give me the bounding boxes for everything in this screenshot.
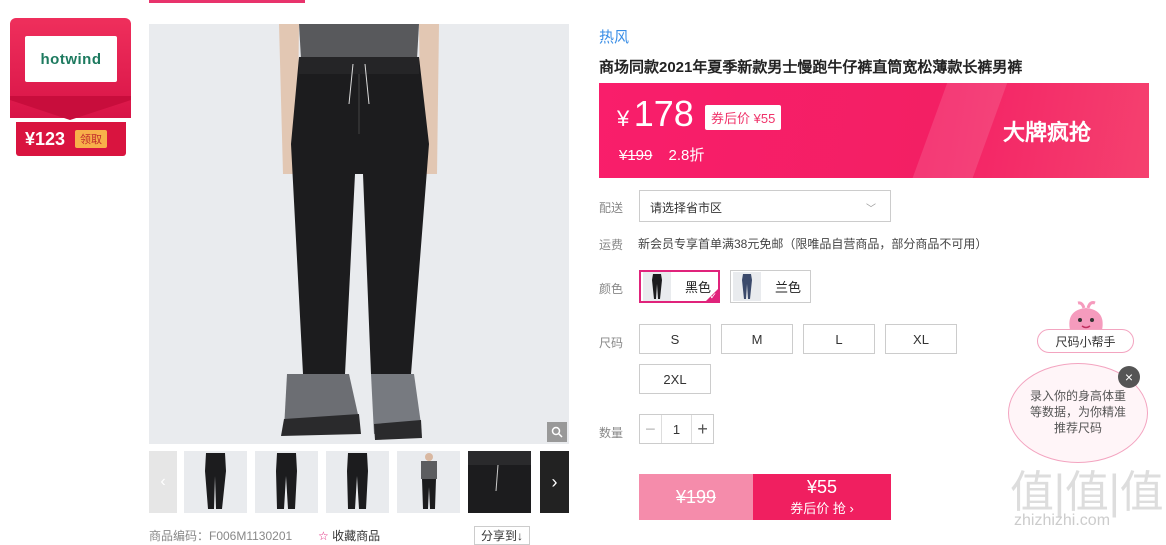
chevron-down-icon: ﹀	[866, 204, 876, 215]
size-option-2xl[interactable]: 2XL	[639, 364, 711, 394]
store-coupon[interactable]: hotwind ¥123 领取	[10, 18, 131, 156]
checkmark-icon: ✓	[709, 291, 717, 301]
buy-with-coupon-button[interactable]: ¥55 券后价 抢 ›	[753, 474, 891, 520]
thumb-next-button[interactable]: ›	[540, 451, 569, 513]
price-banner: ¥ 178 券后价 ¥55 ¥199 2.8折 大牌疯抢	[599, 83, 1149, 178]
coupon-get-button[interactable]: 领取	[75, 130, 108, 148]
color-label: 颜色	[599, 282, 624, 296]
quantity-decrement-button[interactable]: −	[640, 415, 662, 443]
delivery-label: 配送	[599, 201, 624, 215]
current-price-value: 178	[633, 93, 694, 134]
brand-logo: hotwind	[25, 36, 117, 82]
share-button[interactable]: 分享到↓	[474, 526, 531, 545]
color-swatch-black	[643, 272, 671, 301]
color-option-blue[interactable]: 兰色	[730, 270, 811, 303]
product-code: 商品编码：F006M1130201	[149, 529, 293, 543]
size-option-xl[interactable]: XL	[885, 324, 957, 354]
banner-stripe	[903, 83, 1015, 178]
pants-photo	[149, 24, 569, 444]
thumbnail[interactable]	[184, 451, 247, 513]
region-select-value: 请选择省市区	[650, 201, 723, 215]
main-product-image[interactable]	[149, 24, 569, 444]
color-swatch-blue	[733, 272, 761, 301]
quantity-value[interactable]: 1	[662, 415, 692, 443]
coupon-price: ¥123	[25, 128, 66, 149]
discount-rate: 2.8折	[668, 147, 705, 164]
currency-symbol: ¥	[617, 106, 630, 131]
size-option-m[interactable]: M	[721, 324, 793, 354]
buy-coupon-price: ¥55	[806, 477, 838, 497]
chevron-right-icon: ›	[551, 471, 558, 492]
buy-original-price[interactable]: ¥199	[639, 474, 753, 520]
region-select[interactable]: 请选择省市区 ﹀	[639, 190, 891, 222]
brand-link[interactable]: 热风	[599, 26, 629, 47]
star-icon: ☆	[318, 529, 329, 543]
original-price-row: ¥199 2.8折	[619, 144, 704, 165]
size-option-s[interactable]: S	[639, 324, 711, 354]
brand-logo-text: hotwind	[40, 50, 102, 68]
color-option-black[interactable]: 黑色 ✓	[639, 270, 720, 303]
favorite-link[interactable]: ☆ 收藏商品	[318, 527, 380, 544]
size-label: 尺码	[599, 336, 624, 350]
quantity-increment-button[interactable]: +	[691, 415, 713, 443]
size-option-l[interactable]: L	[803, 324, 875, 354]
thumbnail[interactable]	[468, 451, 531, 513]
quantity-label: 数量	[599, 426, 624, 440]
chevron-left-icon: ‹	[160, 473, 166, 490]
quantity-stepper: − 1 +	[639, 414, 714, 444]
current-price: ¥ 178	[617, 93, 694, 135]
size-helper-tag[interactable]: 尺码小帮手	[1037, 329, 1134, 353]
color-name: 兰色	[775, 280, 802, 295]
watermark-logo: 值|值|值	[1010, 467, 1164, 518]
coupon-fold	[10, 96, 131, 120]
thumbnail[interactable]	[397, 451, 460, 513]
buy-original-price-value: ¥199	[675, 486, 717, 507]
thumbnail[interactable]	[326, 451, 389, 513]
buy-coupon-action: 券后价 抢 ›	[790, 501, 854, 516]
favorite-label: 收藏商品	[332, 529, 381, 543]
after-coupon-badge: 券后价 ¥55	[705, 105, 782, 130]
original-price: ¥199	[619, 147, 653, 164]
close-icon[interactable]: ×	[1118, 366, 1140, 388]
active-tab-indicator	[149, 0, 305, 3]
product-title: 商场同款2021年夏季新款男士慢跑牛仔裤直筒宽松薄款长裤男裤	[599, 59, 1023, 76]
freight-info: 新会员专享首单满38元免邮（限唯品自营商品，部分商品不可用）	[638, 237, 988, 251]
coupon-footer[interactable]: ¥123 领取	[16, 122, 126, 156]
thumbnail[interactable]	[255, 451, 318, 513]
thumb-prev-button[interactable]: ‹	[149, 451, 177, 513]
watermark-url: zhizhizhi.com	[1014, 512, 1111, 529]
promo-label: 大牌疯抢	[1002, 120, 1091, 145]
share-label: 分享到↓	[481, 529, 524, 543]
zoom-icon[interactable]	[547, 422, 567, 442]
freight-label: 运费	[599, 238, 624, 252]
